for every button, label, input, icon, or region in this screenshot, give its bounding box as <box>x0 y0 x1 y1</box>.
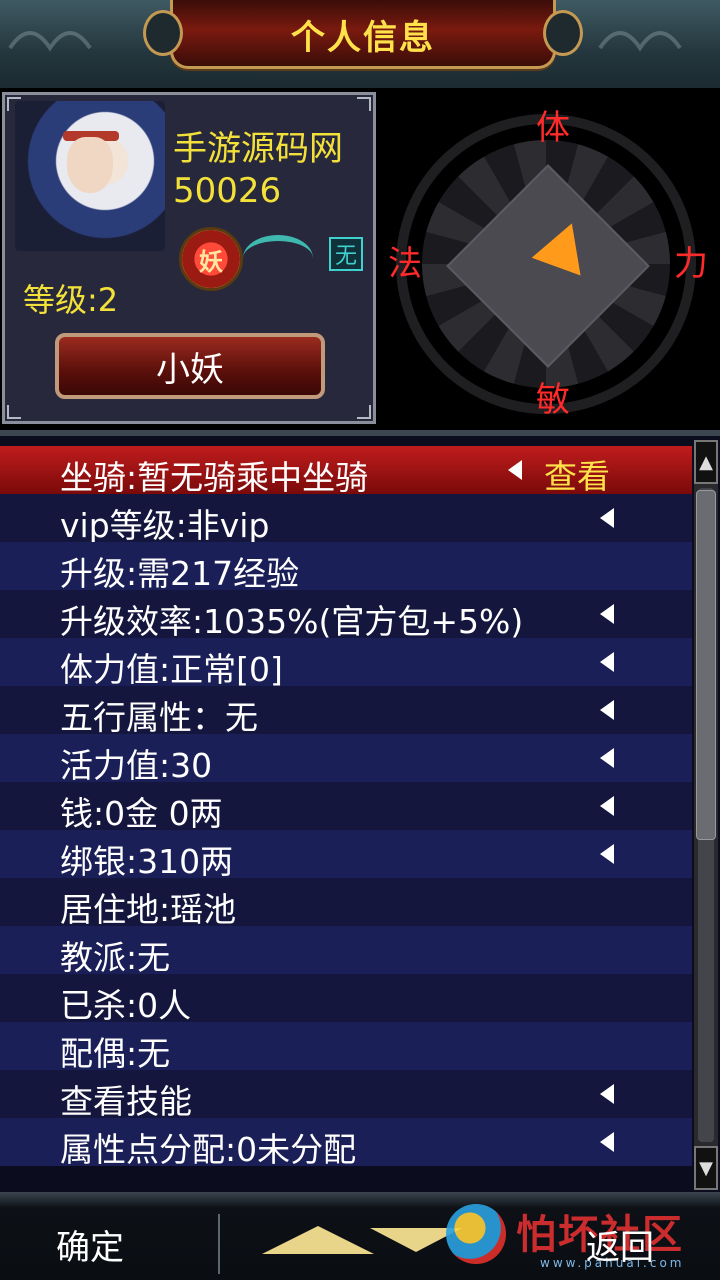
scroll-up-icon[interactable]: ▲ <box>694 440 718 484</box>
left-arrow-icon[interactable] <box>600 844 614 864</box>
left-arrow-icon[interactable] <box>600 1132 614 1152</box>
list-item-label: 升级效率:1035%(官方包+5%) <box>60 602 524 641</box>
frame-corner <box>7 405 21 419</box>
list-item-label: 五行属性：无 <box>60 698 258 737</box>
list-item[interactable]: 教派:无 <box>0 926 692 977</box>
list-item[interactable]: 活力值:30 <box>0 734 692 785</box>
left-arrow-icon[interactable] <box>600 1084 614 1104</box>
list-item-label: 查看技能 <box>60 1082 192 1121</box>
profile-card: 手游源码网 50026 妖 无 等级:2 小妖 <box>2 92 376 424</box>
avatar-face <box>67 137 113 193</box>
player-name: 手游源码网 <box>173 129 343 169</box>
back-button[interactable]: 返回 <box>586 1220 654 1269</box>
left-arrow-icon <box>508 460 522 480</box>
frame-corner <box>357 97 371 111</box>
list-item-label: 属性点分配:0未分配 <box>60 1130 357 1169</box>
list-item[interactable]: 体力值:正常[0] <box>0 638 692 689</box>
list-item-label: 体力值:正常[0] <box>60 650 283 689</box>
left-arrow-icon[interactable] <box>600 748 614 768</box>
list-item[interactable]: vip等级:非vip <box>0 494 692 545</box>
title-bar: 个人信息 <box>0 0 720 88</box>
list-item-label: 居住地:瑶池 <box>60 890 237 929</box>
scroll-thumb[interactable] <box>696 490 716 840</box>
left-arrow-icon[interactable] <box>600 604 614 624</box>
list-item-label: 升级:需217经验 <box>60 554 300 593</box>
player-id: 50026 <box>173 171 282 211</box>
scroll-down-icon[interactable]: ▼ <box>694 1146 718 1190</box>
left-arrow-icon[interactable] <box>600 508 614 528</box>
list-item[interactable]: 绑银:310两 <box>0 830 692 881</box>
view-link[interactable]: 查看 <box>544 450 610 498</box>
rank-title-button[interactable]: 小妖 <box>55 333 325 399</box>
list-item[interactable]: 查看技能 <box>0 1070 692 1121</box>
player-level: 等级:2 <box>23 281 119 319</box>
list-item-label: 已杀:0人 <box>60 986 192 1025</box>
element-tag: 无 <box>329 237 363 271</box>
list-item-label: 配偶:无 <box>60 1034 171 1073</box>
list-item-label: vip等级:非vip <box>60 506 270 545</box>
left-arrow-icon[interactable] <box>600 652 614 672</box>
list-item[interactable]: 升级效率:1035%(官方包+5%) <box>0 590 692 641</box>
stat-label-top: 体 <box>536 108 570 148</box>
attribute-radar: 体 法 力 敏 <box>384 92 720 424</box>
faction-badge-icon[interactable]: 妖 <box>179 227 243 291</box>
swirl-ornament-icon <box>243 235 313 281</box>
page-up-arrow-icon[interactable] <box>262 1226 374 1254</box>
character-avatar <box>15 101 165 251</box>
divider <box>218 1214 220 1274</box>
list-item-label: 绑银:310两 <box>60 842 234 881</box>
character-info-panel: 手游源码网 50026 妖 无 等级:2 小妖 体 法 力 敏 <box>0 88 720 430</box>
list-item[interactable]: 钱:0金 0两 <box>0 782 692 833</box>
list-item[interactable]: 配偶:无 <box>0 1022 692 1073</box>
watermark-logo-icon <box>446 1204 506 1264</box>
list-item[interactable]: 居住地:瑶池 <box>0 878 692 929</box>
title-plate: 个人信息 <box>143 0 583 69</box>
list-item[interactable]: 属性点分配:0未分配 <box>0 1118 692 1169</box>
stat-label-right: 力 <box>674 244 708 284</box>
list-item-label: 活力值:30 <box>60 746 213 785</box>
list-item-label: 钱:0金 0两 <box>60 794 223 833</box>
list-item[interactable]: 五行属性：无 <box>0 686 692 737</box>
frame-corner <box>357 405 371 419</box>
list-item[interactable]: 已杀:0人 <box>0 974 692 1025</box>
info-list: 坐骑:暂无骑乘中坐骑 查看 vip等级:非vip 升级:需217经验 升级效率:… <box>0 430 720 1192</box>
stat-label-left: 法 <box>388 244 422 284</box>
left-arrow-icon[interactable] <box>600 796 614 816</box>
scrollbar[interactable]: ▲ ▼ <box>694 440 718 1190</box>
bottom-bar: 确定 怕坏社区 www.pahuai.com 返回 <box>0 1192 720 1280</box>
page-title: 个人信息 <box>291 18 435 58</box>
list-item-label: 坐骑:暂无骑乘中坐骑 <box>60 458 369 497</box>
list-item-mount[interactable]: 坐骑:暂无骑乘中坐骑 查看 <box>0 446 692 497</box>
stat-label-bottom: 敏 <box>536 380 570 420</box>
list-item[interactable]: 升级:需217经验 <box>0 542 692 593</box>
list-item-label: 教派:无 <box>60 938 171 977</box>
confirm-button[interactable]: 确定 <box>56 1220 124 1269</box>
left-arrow-icon[interactable] <box>600 700 614 720</box>
